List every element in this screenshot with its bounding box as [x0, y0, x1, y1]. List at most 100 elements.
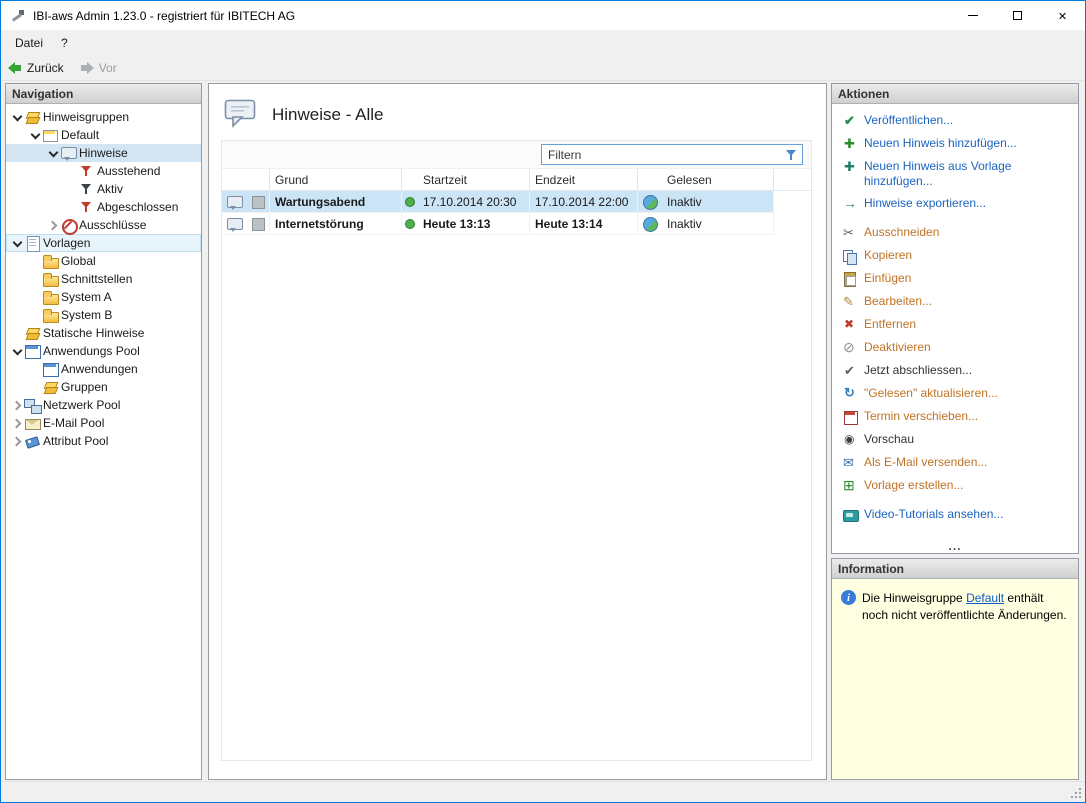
action-video-tutorials-ansehen[interactable]: Video-Tutorials ansehen... — [842, 507, 1072, 523]
folder-icon — [42, 271, 58, 287]
tree-item-aktiv[interactable]: Aktiv — [6, 180, 201, 198]
cell-hint-row-icon — [222, 213, 246, 234]
action-neuen-hinweis-hinzufügen[interactable]: Neuen Hinweis hinzufügen... — [842, 136, 1072, 152]
cell: Inaktiv — [662, 213, 774, 234]
action-neuen-hinweis-aus-vorlage-hinzufügen[interactable]: Neuen Hinweis aus Vorlage hinzufügen... — [842, 159, 1072, 189]
tree-item-e-mail-pool[interactable]: E-Mail Pool — [6, 414, 201, 432]
tree-item-statische-hinweise[interactable]: Statische Hinweise — [6, 324, 201, 342]
tree-item-anwendungen[interactable]: Anwendungen — [6, 360, 201, 378]
status-active-icon — [402, 194, 418, 210]
action-bearbeiten[interactable]: Bearbeiten... — [842, 294, 1072, 310]
tree-item-hinweisgruppen[interactable]: Hinweisgruppen — [6, 108, 201, 126]
column-header-startzeit[interactable]: Startzeit — [418, 169, 530, 190]
navigation-panel: Navigation HinweisgruppenDefaultHinweise… — [5, 83, 202, 780]
column-header-row_icon[interactable] — [222, 169, 246, 190]
table-row-wartungsabend[interactable]: Wartungsabend17.10.2014 20:3017.10.2014 … — [222, 191, 774, 213]
information-header: Information — [832, 559, 1078, 579]
action-kopieren[interactable]: Kopieren — [842, 248, 1072, 264]
hint-row-icon — [226, 216, 242, 232]
action-jetzt-abschliessen[interactable]: Jetzt abschliessen... — [842, 363, 1072, 379]
tree-item-netzwerk-pool[interactable]: Netzwerk Pool — [6, 396, 201, 414]
cell: 17.10.2014 22:00 — [530, 191, 638, 212]
cell-status-active-icon — [402, 213, 418, 234]
menu-help[interactable]: ? — [52, 32, 77, 54]
table-row-internetstörung[interactable]: InternetstörungHeute 13:13Heute 13:14Ina… — [222, 213, 774, 235]
action-vorschau[interactable]: Vorschau — [842, 432, 1072, 448]
close-button[interactable] — [1040, 1, 1085, 30]
chevron-down-icon[interactable] — [10, 236, 24, 250]
tree-item-vorlagen[interactable]: Vorlagen — [6, 234, 201, 252]
info-icon — [841, 590, 856, 605]
action-gelesen-aktualisieren[interactable]: "Gelesen" aktualisieren... — [842, 386, 1072, 402]
cell: Heute 13:13 — [418, 213, 530, 234]
action-label: Bearbeiten... — [864, 294, 932, 309]
action-als-e-mail-versenden[interactable]: Als E-Mail versenden... — [842, 455, 1072, 471]
actions-more-indicator[interactable]: ... — [832, 541, 1078, 552]
column-header-gelesen_icon[interactable] — [638, 169, 662, 190]
filter-band — [222, 141, 811, 169]
tree-item-system-a[interactable]: System A — [6, 288, 201, 306]
tree-item-attribut-pool[interactable]: Attribut Pool — [6, 432, 201, 450]
chevron-down-icon[interactable] — [10, 344, 24, 358]
action-veröffentlichen[interactable]: Veröffentlichen... — [842, 113, 1072, 129]
action-entfernen[interactable]: Entfernen — [842, 317, 1072, 333]
chevron-down-icon[interactable] — [46, 146, 60, 160]
statische-hinweise-stack-icon — [24, 325, 40, 341]
tree-item-anwendungs-pool[interactable]: Anwendungs Pool — [6, 342, 201, 360]
filter-ausstehend-icon — [78, 163, 94, 179]
refresh-read-icon — [842, 386, 858, 402]
tree-item-schnittstellen[interactable]: Schnittstellen — [6, 270, 201, 288]
chevron-down-icon[interactable] — [10, 110, 24, 124]
chevron-right-icon[interactable] — [46, 218, 60, 232]
folder-icon — [42, 307, 58, 323]
tree-item-gruppen[interactable]: Gruppen — [6, 378, 201, 396]
tree-item-label: Hinweise — [79, 146, 128, 160]
chevron-down-icon[interactable] — [28, 128, 42, 142]
action-vorlage-erstellen[interactable]: Vorlage erstellen... — [842, 478, 1072, 494]
tree-item-ausschlüsse[interactable]: Ausschlüsse — [6, 216, 201, 234]
cell: Inaktiv — [662, 191, 774, 212]
main-panel: Hinweise - Alle GrundStartzeitEndzeitGel… — [208, 83, 827, 780]
forward-button[interactable]: Vor — [80, 61, 117, 75]
back-arrow-icon — [8, 62, 22, 74]
chevron-right-icon[interactable] — [10, 398, 24, 412]
action-hinweise-exportieren[interactable]: Hinweise exportieren... — [842, 196, 1072, 212]
tree-item-abgeschlossen[interactable]: Abgeschlossen — [6, 198, 201, 216]
expander-spacer — [28, 308, 42, 322]
chevron-right-icon[interactable] — [10, 416, 24, 430]
menubar: Datei ? — [1, 30, 1085, 56]
column-header-grund[interactable]: Grund — [270, 169, 402, 190]
filter-input[interactable] — [542, 148, 802, 162]
action-einfügen[interactable]: Einfügen — [842, 271, 1072, 287]
tree-item-global[interactable]: Global — [6, 252, 201, 270]
column-header-endzeit[interactable]: Endzeit — [530, 169, 638, 190]
complete-now-icon — [842, 363, 858, 379]
tree-item-label: System A — [61, 290, 112, 304]
filter-abgeschlossen-icon — [78, 199, 94, 215]
column-header-gelesen[interactable]: Gelesen — [662, 169, 774, 190]
default-group-link[interactable]: Default — [966, 591, 1004, 605]
minimize-button[interactable] — [950, 1, 995, 30]
expander-spacer — [28, 380, 42, 394]
back-button[interactable]: Zurück — [8, 61, 64, 75]
action-deaktivieren[interactable]: Deaktivieren — [842, 340, 1072, 356]
anwendungen-icon — [42, 361, 58, 377]
maximize-button[interactable] — [995, 1, 1040, 30]
menu-datei[interactable]: Datei — [6, 32, 52, 54]
chevron-right-icon[interactable] — [10, 434, 24, 448]
gelesen-status-icon — [642, 216, 658, 232]
tree-item-ausstehend[interactable]: Ausstehend — [6, 162, 201, 180]
hints-table: Grund StartzeitEndzeit Gelesen Wartungsabe… — [221, 140, 812, 761]
column-header-flag[interactable] — [246, 169, 270, 190]
anwendungs-pool-icon — [24, 343, 40, 359]
tree-item-hinweise[interactable]: Hinweise — [6, 144, 201, 162]
column-header-status[interactable] — [402, 169, 418, 190]
tree-item-default[interactable]: Default — [6, 126, 201, 144]
tree-item-system-b[interactable]: System B — [6, 306, 201, 324]
action-ausschneiden[interactable]: Ausschneiden — [842, 225, 1072, 241]
copy-icon — [842, 248, 858, 264]
app-icon — [10, 8, 26, 24]
resize-grip-icon[interactable] — [1079, 796, 1081, 798]
forward-arrow-icon — [80, 62, 94, 74]
action-termin-verschieben[interactable]: Termin verschieben... — [842, 409, 1072, 425]
